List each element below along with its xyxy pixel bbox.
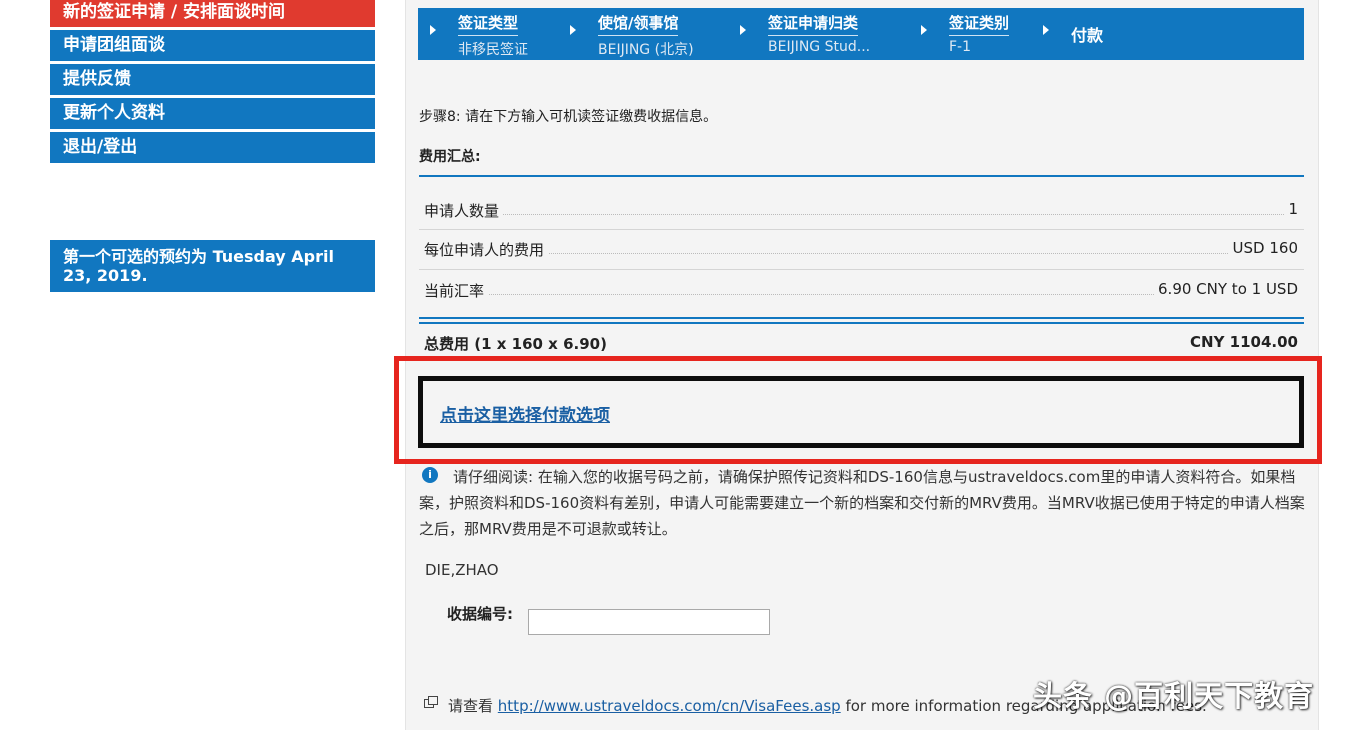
chevron-right-icon xyxy=(740,25,746,35)
fee-summary-heading: 费用汇总: xyxy=(419,149,481,165)
fee-value: 1 xyxy=(1284,200,1298,218)
sidebar-item-logout[interactable]: 退出/登出 xyxy=(50,132,375,163)
sidebar-nav: 新的签证申请 / 安排面谈时间 申请团组面谈 提供反馈 更新个人资料 退出/登出 xyxy=(50,0,375,166)
chevron-right-icon xyxy=(921,25,927,35)
fee-value: USD 160 xyxy=(1228,239,1298,257)
receipt-number-label: 收据编号: xyxy=(447,605,513,623)
breadcrumb: 签证类型 非移民签证 使馆/领事馆 BEIJING (北京) 签证申请归类 BE… xyxy=(418,8,1304,60)
fee-label: 申请人数量 xyxy=(424,200,504,221)
breadcrumb-step-value: F-1 xyxy=(949,39,972,55)
breadcrumb-step-title: 使馆/领事馆 xyxy=(598,12,679,36)
total-label: 总费用 (1 x 160 x 6.90) xyxy=(424,335,607,353)
divider xyxy=(419,322,1304,324)
divider xyxy=(419,229,1304,230)
applicant-name: DIE,ZHAO xyxy=(425,561,499,579)
sidebar-item-feedback[interactable]: 提供反馈 xyxy=(50,64,375,95)
fee-row-per-applicant: 每位申请人的费用 USD 160 xyxy=(424,239,1298,261)
total-value: CNY 1104.00 xyxy=(1190,333,1298,351)
fee-label: 当前汇率 xyxy=(424,280,489,301)
sidebar-item-update-profile[interactable]: 更新个人资料 xyxy=(50,98,375,129)
see-prefix: 请查看 xyxy=(448,697,494,715)
visa-fees-link[interactable]: http://www.ustraveldocs.com/cn/VisaFees.… xyxy=(498,697,841,715)
sidebar-item-group-interview[interactable]: 申请团组面谈 xyxy=(50,30,375,61)
dot-leader xyxy=(424,253,1298,254)
receipt-number-input[interactable] xyxy=(528,609,770,635)
dot-leader xyxy=(424,214,1298,215)
sidebar-item-new-application[interactable]: 新的签证申请 / 安排面谈时间 xyxy=(50,0,375,27)
select-payment-option-link[interactable]: 点击这里选择付款选项 xyxy=(440,401,610,426)
breadcrumb-step-value: BEIJING (北京) xyxy=(598,42,694,58)
chevron-right-icon xyxy=(430,25,436,35)
receipt-notice: 请仔细阅读: 在输入您的收据号码之前，请确保护照传记资料和DS-160信息与us… xyxy=(419,468,1305,538)
breadcrumb-step-title: 付款 xyxy=(1071,26,1104,45)
fee-value: 6.90 CNY to 1 USD xyxy=(1154,280,1298,298)
breadcrumb-step-title: 签证类别 xyxy=(949,12,1010,36)
chevron-right-icon xyxy=(570,25,576,35)
fee-row-exchange-rate: 当前汇率 6.90 CNY to 1 USD xyxy=(424,280,1298,302)
breadcrumb-step-value: BEIJING Stud... xyxy=(768,39,871,55)
divider xyxy=(419,269,1304,270)
step-instruction: 步骤8: 请在下方输入可机读签证缴费收据信息。 xyxy=(419,109,718,125)
watermark: 头条 @百利天下教育 xyxy=(1033,679,1315,713)
breadcrumb-step-title: 签证类型 xyxy=(458,12,519,36)
fee-label: 每位申请人的费用 xyxy=(424,239,549,260)
breadcrumb-step-value: 非移民签证 xyxy=(458,42,528,58)
breadcrumb-step-title: 签证申请归类 xyxy=(768,12,859,36)
external-link-icon xyxy=(424,696,438,708)
divider xyxy=(419,175,1304,177)
fee-row-applicants: 申请人数量 1 xyxy=(424,200,1298,222)
appointment-notice: 第一个可选的预约为 Tuesday April 23, 2019. xyxy=(50,240,375,292)
chevron-right-icon xyxy=(1043,25,1049,35)
divider xyxy=(419,317,1304,319)
